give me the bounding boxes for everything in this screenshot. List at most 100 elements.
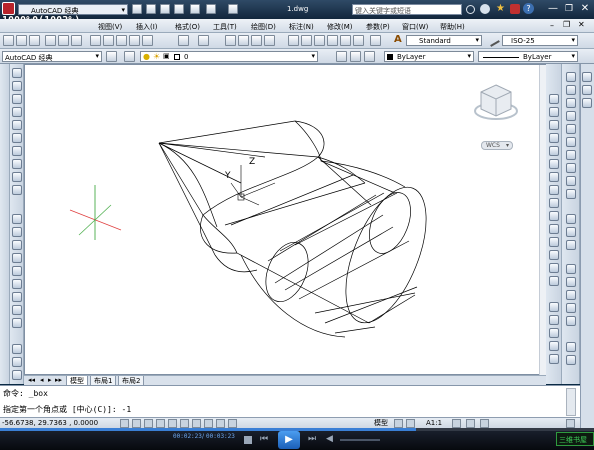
arc-icon[interactable] [12, 133, 22, 143]
user-icon[interactable] [480, 4, 490, 14]
line-icon[interactable] [12, 68, 22, 78]
design-center-icon[interactable] [301, 35, 312, 46]
redo-toolbar-icon[interactable] [198, 35, 209, 46]
clean-screen-icon[interactable] [566, 419, 575, 428]
subtract-icon[interactable] [549, 328, 559, 338]
star-icon[interactable]: ★ [496, 3, 505, 14]
snap-icon[interactable] [120, 419, 129, 428]
sw-iso-icon[interactable] [566, 150, 576, 160]
point-icon[interactable] [12, 240, 22, 250]
scale-icon[interactable] [549, 185, 559, 195]
orbit-icon[interactable] [566, 227, 576, 237]
stop-icon[interactable] [244, 436, 252, 444]
gradient-icon[interactable] [12, 266, 22, 276]
spline-icon[interactable] [12, 172, 22, 182]
layer-dropdown[interactable]: ● ☀ ▣ 0 ▾ [140, 51, 318, 62]
zoom-realtime-icon[interactable] [238, 35, 249, 46]
left-view-icon[interactable] [566, 98, 576, 108]
help-icon[interactable]: ? [523, 3, 534, 14]
explode-icon[interactable] [549, 302, 559, 312]
tab-nav-last-icon[interactable]: ▸▸ [55, 376, 62, 384]
sphere-icon[interactable] [12, 357, 22, 367]
match-prop-icon[interactable] [129, 35, 140, 46]
calculator-icon[interactable] [353, 35, 364, 46]
qp-icon[interactable] [228, 419, 237, 428]
region-icon[interactable] [12, 279, 22, 289]
otrack-icon[interactable] [180, 419, 189, 428]
plot-icon[interactable] [228, 4, 238, 14]
vertical-scrollbar[interactable] [539, 65, 546, 375]
front-view-icon[interactable] [566, 124, 576, 134]
osnap-icon[interactable] [168, 419, 177, 428]
close-button[interactable]: ✕ [578, 3, 592, 15]
offset-icon[interactable] [549, 133, 559, 143]
ortho-icon[interactable] [144, 419, 153, 428]
cylinder-icon[interactable] [12, 370, 22, 380]
trim-icon[interactable] [549, 211, 559, 221]
play-button[interactable]: ▶ [278, 431, 300, 449]
tool-palettes-icon[interactable] [314, 35, 325, 46]
menu-dimension[interactable]: 标注(N) [289, 22, 314, 32]
undo-icon[interactable] [190, 4, 200, 14]
redo-icon[interactable] [206, 4, 216, 14]
menu-minimize-button[interactable]: – [550, 21, 554, 30]
command-window[interactable]: 命令: _box 指定第一个角点或 [中心(C)]: -1 [0, 385, 580, 417]
polar-icon[interactable] [156, 419, 165, 428]
open-icon[interactable] [16, 35, 27, 46]
wireframe-icon[interactable] [566, 277, 576, 287]
annotation-visibility-icon[interactable] [452, 419, 461, 428]
layer-manager-icon[interactable] [124, 51, 135, 62]
restore-button[interactable]: ❐ [562, 3, 576, 15]
polyline-icon[interactable] [12, 94, 22, 104]
sheet-set-icon[interactable] [327, 35, 338, 46]
bottom-view-icon[interactable] [566, 85, 576, 95]
menu-modify[interactable]: 修改(M) [327, 22, 353, 32]
new-file-icon[interactable] [132, 4, 142, 14]
dim-style-dropdown[interactable]: ISO-25 ▾ [502, 35, 578, 46]
box-icon[interactable] [12, 344, 22, 354]
app-logo-icon[interactable] [2, 2, 15, 15]
rotate-icon[interactable] [549, 172, 559, 182]
help-toolbar-icon[interactable] [370, 35, 381, 46]
cut-icon[interactable] [90, 35, 101, 46]
nw-iso-icon[interactable] [566, 189, 576, 199]
lock-toolbar-icon[interactable] [480, 419, 489, 428]
top-view-icon[interactable] [566, 72, 576, 82]
zoom-previous-icon[interactable] [264, 35, 275, 46]
pan-icon[interactable] [225, 35, 236, 46]
dock-properties-icon[interactable] [582, 72, 592, 82]
text-style-dropdown[interactable]: Standard ▾ [406, 35, 482, 46]
dock-layers-icon[interactable] [582, 85, 592, 95]
make-current-icon[interactable] [336, 51, 347, 62]
workspace-toolbar-dropdown[interactable]: AutoCAD 经典 ▾ [2, 51, 102, 62]
properties-icon[interactable] [288, 35, 299, 46]
tab-nav-first-icon[interactable]: ◂◂ [28, 376, 35, 384]
add-selected-icon[interactable] [12, 318, 22, 328]
linetype-dropdown[interactable]: ByLayer ▾ [478, 51, 578, 62]
save-as-icon[interactable] [174, 4, 184, 14]
intersect-icon[interactable] [549, 341, 559, 351]
command-scrollbar[interactable] [566, 388, 576, 416]
minimize-button[interactable]: — [546, 3, 560, 15]
hidden-icon[interactable] [566, 290, 576, 300]
join-icon[interactable] [549, 250, 559, 260]
visual-style-icon[interactable] [566, 264, 576, 274]
menu-format[interactable]: 格式(O) [175, 22, 200, 32]
se-iso-icon[interactable] [566, 163, 576, 173]
ellipse-icon[interactable] [12, 185, 22, 195]
menu-restore-button[interactable]: ❐ [563, 20, 570, 29]
menu-insert[interactable]: 插入(I) [136, 22, 158, 32]
preview-icon[interactable] [58, 35, 69, 46]
mtext-icon[interactable] [12, 305, 22, 315]
wcs-button[interactable]: WCS ▾ [481, 141, 513, 150]
lwt-icon[interactable] [216, 419, 225, 428]
back-view-icon[interactable] [566, 137, 576, 147]
quick-view-drawings-icon[interactable] [406, 419, 415, 428]
move-icon[interactable] [549, 159, 559, 169]
realistic-icon[interactable] [566, 303, 576, 313]
menu-window[interactable]: 窗口(W) [402, 22, 428, 32]
layer-previous-icon[interactable] [350, 51, 361, 62]
break-icon[interactable] [549, 237, 559, 247]
save-toolbar-icon[interactable] [29, 35, 40, 46]
color-dropdown[interactable]: ByLayer ▾ [384, 51, 474, 62]
